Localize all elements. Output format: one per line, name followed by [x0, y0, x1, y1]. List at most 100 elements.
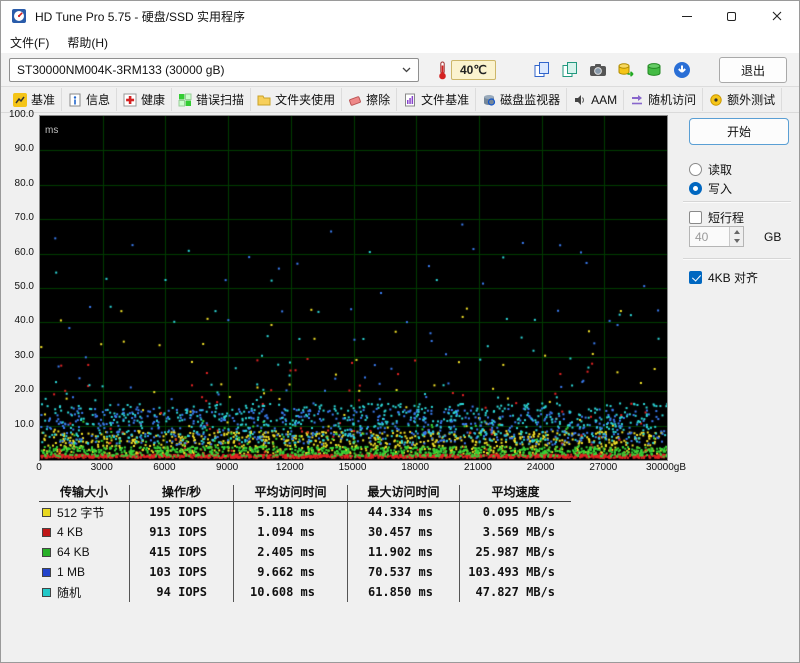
- table-row: 随机: [39, 582, 129, 602]
- y-tick-label: 30.0: [14, 349, 34, 361]
- max-cell: 70.537 ms: [347, 562, 459, 582]
- speed-cell: 0.095 MB/s: [459, 502, 571, 522]
- radio-write[interactable]: 写入: [689, 180, 732, 197]
- short-stroke-input[interactable]: 40: [689, 226, 744, 247]
- tab-label: AAM: [591, 92, 618, 107]
- exit-button[interactable]: 退出: [719, 57, 787, 83]
- error-scan-icon: [178, 93, 192, 107]
- copy-image-button[interactable]: [557, 57, 583, 83]
- temperature-indicator: 40℃: [437, 58, 496, 82]
- series-label: 4 KB: [57, 525, 84, 539]
- y-axis: 100.0 90.0 80.0 70.0 60.0 50.0 40.0 30.0 20.0 10.…: [3, 109, 36, 461]
- y-tick-label: 100.0: [8, 109, 34, 120]
- title-bar: HD Tune Pro 5.75 - 硬盘/SSD 实用程序: [1, 1, 799, 31]
- avg-cell: 5.118 ms: [233, 502, 347, 522]
- max-cell: 44.334 ms: [347, 502, 459, 522]
- radio-read[interactable]: 读取: [689, 161, 732, 178]
- max-cell: 30.457 ms: [347, 522, 459, 542]
- x-tick-label: 0: [36, 462, 42, 473]
- info-icon: [68, 93, 82, 107]
- tab-aam[interactable]: AAM: [567, 89, 625, 110]
- avg-value: 5.118 ms: [257, 505, 315, 519]
- table-row: 512 字节: [39, 502, 129, 522]
- radio-write-circle: [689, 182, 702, 195]
- temperature-badge: 40℃: [451, 60, 496, 80]
- tab-random-access[interactable]: 随机访问: [624, 88, 704, 111]
- tab-label: 错误扫描: [196, 93, 245, 107]
- series-label: 随机: [57, 585, 82, 600]
- table-row: 64 KB: [39, 542, 129, 562]
- tab-label: 随机访问: [648, 93, 697, 107]
- series-label: 64 KB: [57, 545, 90, 559]
- chevron-down-icon: [402, 67, 411, 73]
- x-tick-label: 15000: [338, 462, 367, 473]
- short-stroke-spinner: [729, 227, 743, 246]
- speed-value: 47.827 MB/s: [475, 585, 555, 599]
- tab-info[interactable]: 信息: [62, 88, 118, 111]
- y-tick-label: 80.0: [14, 177, 34, 189]
- max-value: 30.457 ms: [367, 525, 433, 539]
- copy-text-button[interactable]: [529, 57, 555, 83]
- disk-copy-icon: [618, 63, 634, 77]
- avg-cell: 2.405 ms: [233, 542, 347, 562]
- folder-icon: [257, 93, 271, 107]
- menu-help[interactable]: 帮助(H): [58, 32, 117, 53]
- tab-disk-monitor[interactable]: 磁盘监视器: [476, 88, 568, 111]
- tab-label: 信息: [86, 93, 111, 107]
- tab-health[interactable]: 健康: [117, 88, 173, 111]
- tab-label: 额外测试: [727, 93, 776, 107]
- menu-file[interactable]: 文件(F): [1, 32, 58, 53]
- iops-value: 913 IOPS: [149, 525, 207, 539]
- short-stroke-unit-label: GB: [764, 230, 782, 244]
- start-button[interactable]: 开始: [689, 118, 789, 145]
- y-axis-unit-label: ms: [45, 125, 59, 136]
- radio-read-circle: [689, 163, 702, 176]
- extra-tests-icon: [709, 93, 723, 107]
- tab-erase[interactable]: 擦除: [342, 88, 398, 111]
- close-button[interactable]: [754, 1, 799, 31]
- spinner-down-button[interactable]: [730, 236, 743, 246]
- y-tick-label: 70.0: [14, 212, 34, 224]
- speed-cell: 3.569 MB/s: [459, 522, 571, 542]
- tab-label: 健康: [141, 93, 166, 107]
- copy-disk-button[interactable]: [613, 57, 639, 83]
- max-value: 11.902 ms: [367, 545, 433, 559]
- save-button[interactable]: [669, 57, 695, 83]
- column-header: 传输大小: [39, 485, 129, 502]
- iops-cell: 913 IOPS: [129, 522, 233, 542]
- tab-extra-tests[interactable]: 额外测试: [703, 88, 783, 111]
- tab-label: 基准: [31, 93, 56, 107]
- checkbox-short-stroke[interactable]: 短行程: [689, 209, 744, 226]
- short-stroke-value: 40: [695, 229, 709, 244]
- y-tick-label: 10.0: [14, 418, 34, 430]
- radio-write-label: 写入: [708, 182, 733, 196]
- radio-read-label: 读取: [708, 163, 733, 177]
- series-color-swatch: [42, 567, 51, 577]
- series-label: 1 MB: [57, 565, 86, 579]
- iops-value: 415 IOPS: [149, 545, 207, 559]
- drive-select-value: ST30000NM004K-3RM133 (30000 gB): [17, 63, 225, 77]
- drive-select[interactable]: ST30000NM004K-3RM133 (30000 gB): [9, 58, 419, 82]
- tab-file-benchmark[interactable]: 文件基准: [397, 88, 477, 111]
- x-tick-label: 6000: [153, 462, 176, 473]
- screenshot-button[interactable]: [585, 57, 611, 83]
- minimize-button[interactable]: [664, 1, 709, 31]
- tab-benchmark[interactable]: 基准: [7, 88, 63, 111]
- maximize-button[interactable]: [709, 1, 754, 31]
- x-tick-label: 21000: [463, 462, 492, 473]
- checkbox-4kb-align[interactable]: 4KB 对齐: [689, 269, 758, 286]
- speed-value: 25.987 MB/s: [475, 545, 555, 559]
- app-window: { "window": { "title": "HD Tune Pro 5.75…: [0, 0, 800, 663]
- max-value: 70.537 ms: [367, 565, 433, 579]
- thermometer-icon: [439, 61, 446, 79]
- avg-value: 10.608 ms: [249, 585, 315, 599]
- maximize-icon: [727, 11, 736, 21]
- tab-bar: 基准 信息 健康 错误扫描 文件夹使用 擦除 文件基准 磁盘监视器 AAM 随机…: [1, 87, 799, 113]
- separator: [683, 201, 791, 203]
- tab-folder-usage[interactable]: 文件夹使用: [251, 88, 343, 111]
- spinner-up-button[interactable]: [730, 227, 743, 237]
- tab-error-scan[interactable]: 错误扫描: [172, 88, 252, 111]
- disk-image-button[interactable]: [641, 57, 667, 83]
- speed-cell: 25.987 MB/s: [459, 542, 571, 562]
- series-color-swatch: [42, 587, 51, 597]
